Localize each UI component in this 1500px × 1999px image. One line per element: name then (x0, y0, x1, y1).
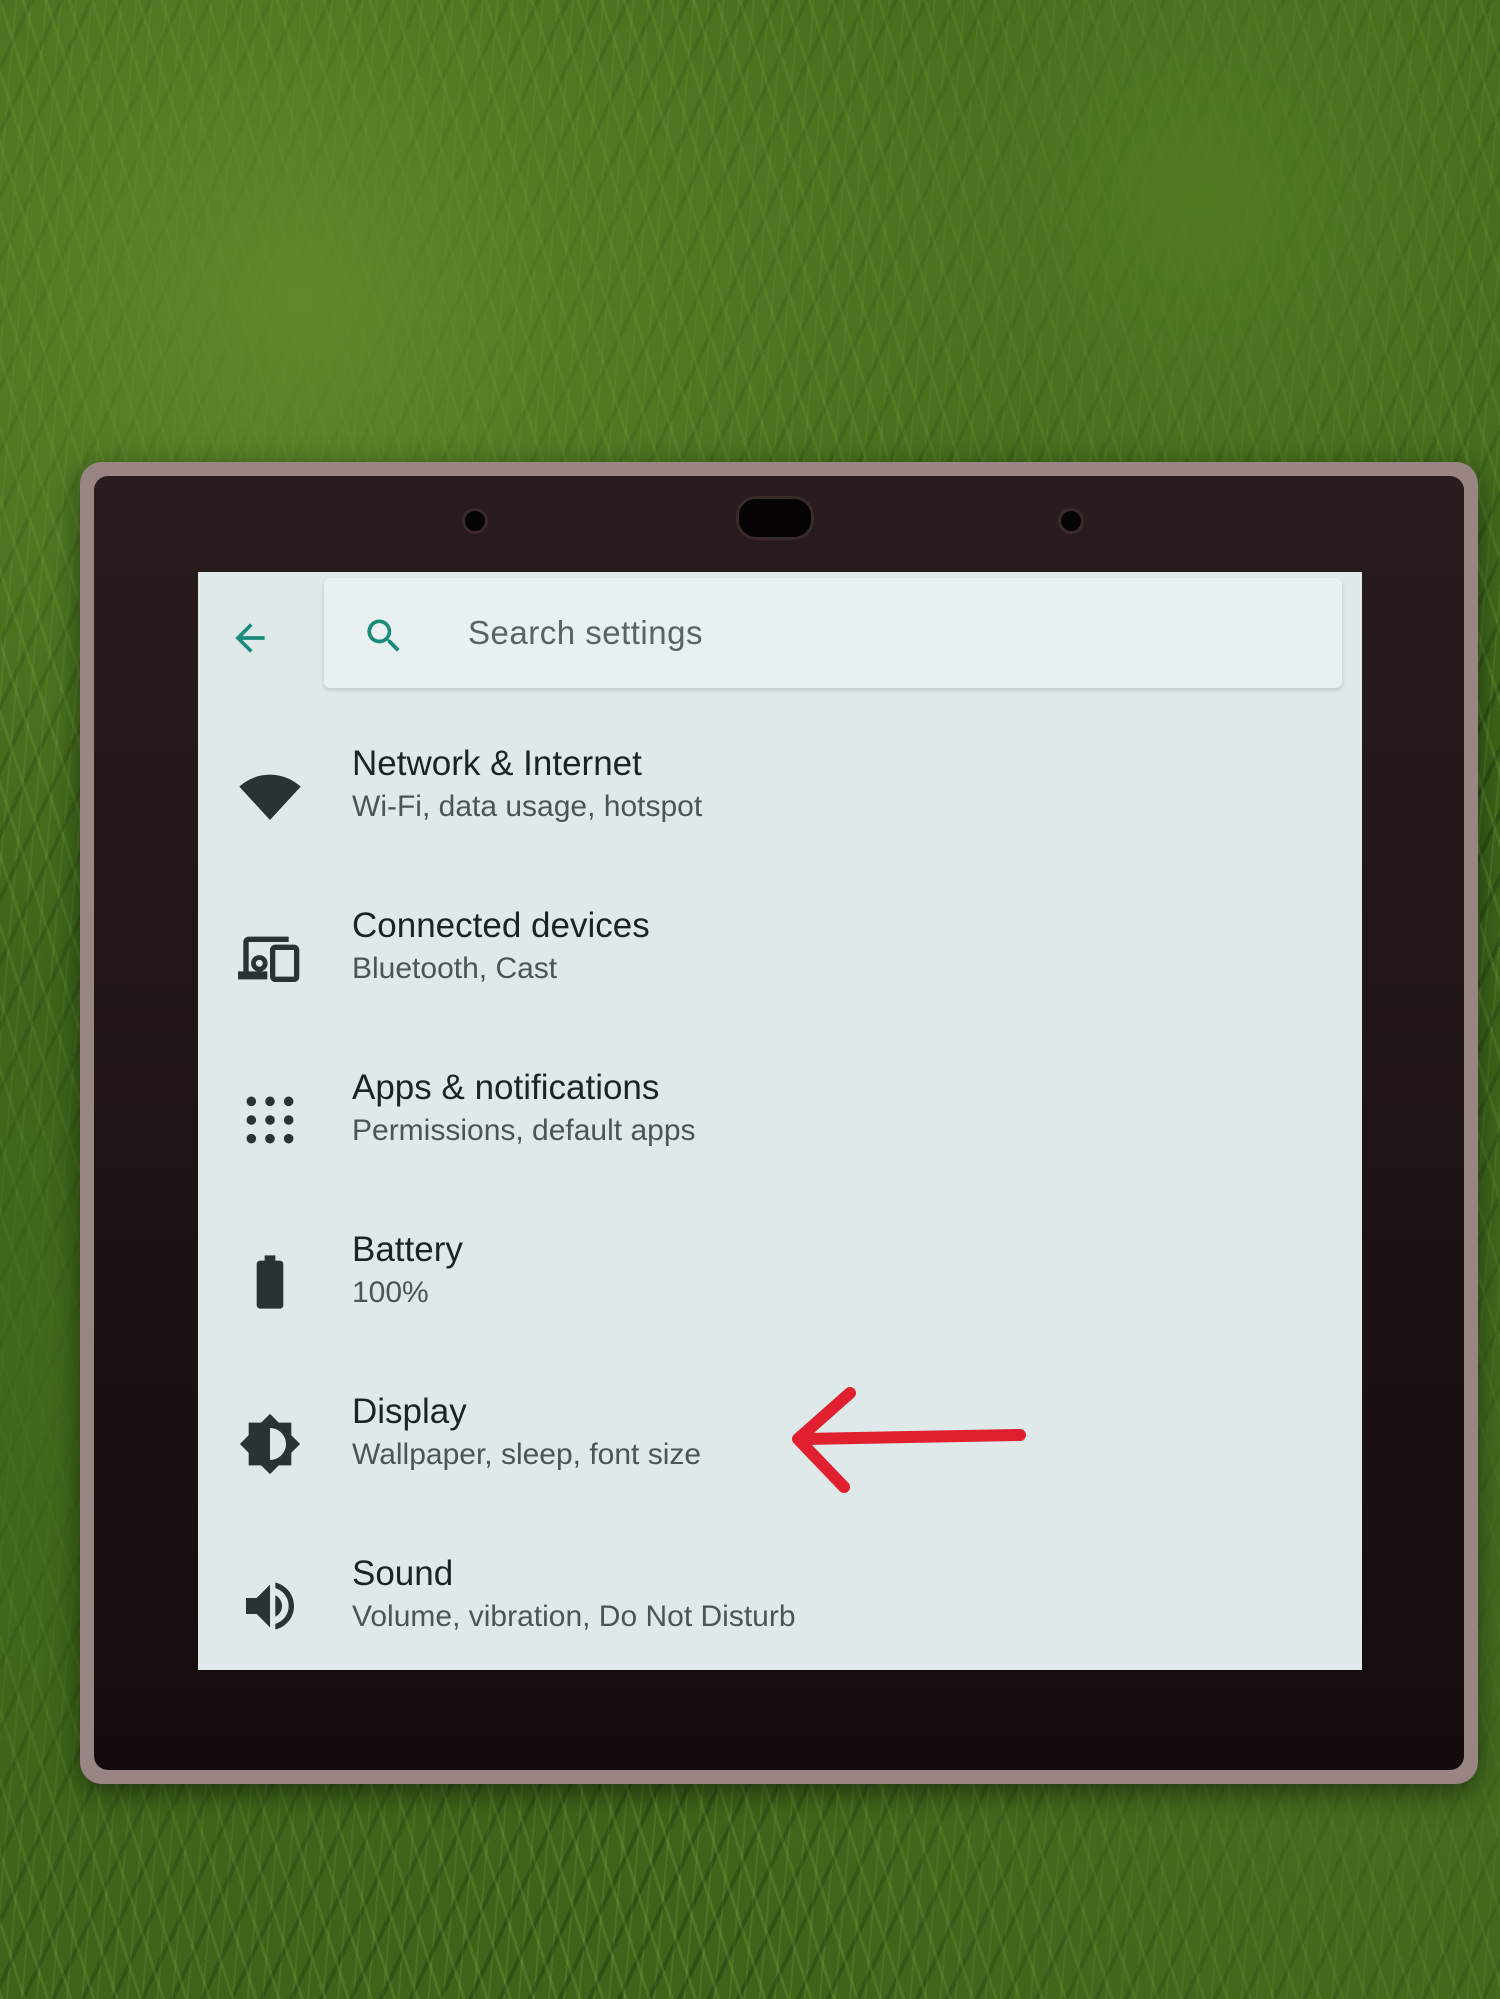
volume-icon (246, 1582, 294, 1630)
search-bar: Search settings (198, 572, 1362, 702)
devices-icon (238, 936, 300, 982)
device-bezel: Search settings Network & Internet Wi-Fi… (94, 476, 1464, 1770)
setting-sound[interactable]: Sound Volume, vibration, Do Not Disturb (198, 1534, 1362, 1670)
arrow-back-icon[interactable] (228, 616, 272, 660)
search-icon (367, 619, 400, 652)
setting-network-internet[interactable]: Network & Internet Wi-Fi, data usage, ho… (198, 724, 1362, 886)
brightness-icon (239, 1413, 301, 1475)
setting-title: Sound (352, 1554, 454, 1593)
setting-title: Display (352, 1392, 467, 1431)
setting-title: Network & Internet (352, 744, 642, 783)
setting-subtitle: Wallpaper, sleep, font size (352, 1438, 702, 1471)
settings-screen: Search settings Network & Internet Wi-Fi… (198, 572, 1362, 1670)
front-camera (736, 496, 814, 540)
sensor-left (462, 508, 488, 534)
setting-subtitle: Wi-Fi, data usage, hotspot (352, 790, 703, 823)
apps-grid-icon (246, 1096, 294, 1144)
search-placeholder: Search settings (468, 614, 703, 651)
setting-subtitle: Permissions, default apps (352, 1114, 696, 1147)
setting-battery[interactable]: Battery 100% (198, 1210, 1362, 1372)
setting-subtitle: Volume, vibration, Do Not Disturb (352, 1600, 796, 1633)
red-arrow-annotation-icon (792, 1387, 1026, 1493)
search-input[interactable]: Search settings (324, 578, 1342, 688)
settings-list: Network & Internet Wi-Fi, data usage, ho… (198, 724, 1362, 1670)
setting-subtitle: 100% (352, 1276, 429, 1309)
setting-title: Connected devices (352, 906, 650, 945)
sensor-right (1058, 508, 1084, 534)
setting-subtitle: Bluetooth, Cast (352, 952, 558, 985)
tablet-device: Search settings Network & Internet Wi-Fi… (80, 462, 1478, 1784)
setting-connected-devices[interactable]: Connected devices Bluetooth, Cast (198, 886, 1362, 1048)
setting-title: Battery (352, 1230, 463, 1269)
setting-title: Apps & notifications (352, 1068, 660, 1107)
battery-icon (256, 1255, 284, 1309)
setting-apps-notifications[interactable]: Apps & notifications Permissions, defaul… (198, 1048, 1362, 1210)
wifi-icon (239, 774, 301, 820)
